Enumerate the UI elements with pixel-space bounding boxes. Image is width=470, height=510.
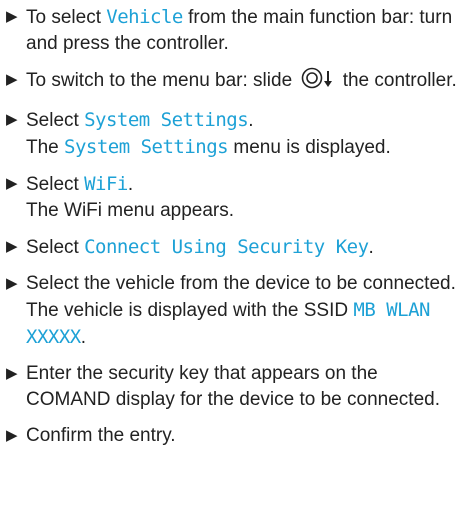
instruction-list: ▶ To select Vehicle from the main functi… xyxy=(0,0,470,459)
step-2: ▶ To switch to the menu bar: slide the c… xyxy=(0,67,470,97)
step-3: ▶ Select System Settings. The System Set… xyxy=(0,107,470,161)
step-6: ▶ Select the vehicle from the device to … xyxy=(0,271,470,351)
step-text: To select xyxy=(26,7,107,28)
step-text: the controller. xyxy=(337,70,457,91)
step-text: menu is displayed. xyxy=(228,137,391,158)
bullet-icon: ▶ xyxy=(6,275,18,292)
bullet-icon: ▶ xyxy=(6,111,18,128)
menu-term-wifi: WiFi xyxy=(84,173,128,195)
step-text: To switch to the menu bar: slide xyxy=(26,70,298,91)
bullet-icon: ▶ xyxy=(6,8,18,25)
step-text: . xyxy=(127,174,134,195)
step-text: Select xyxy=(26,110,85,131)
bullet-icon: ▶ xyxy=(6,365,18,382)
step-text: . xyxy=(80,327,86,348)
step-result: The WiFi menu appears. xyxy=(26,200,235,221)
bullet-icon: ▶ xyxy=(6,175,18,192)
step-result: The System Settings menu is displayed. xyxy=(26,134,462,161)
step-text: Select xyxy=(26,237,85,258)
menu-term-system-settings: System Settings xyxy=(84,109,249,131)
step-4: ▶ Select WiFi. The WiFi menu appears. xyxy=(0,171,470,224)
step-text: . xyxy=(248,110,254,131)
menu-term-vehicle: Vehicle xyxy=(106,6,183,28)
controller-icon xyxy=(301,67,323,97)
bullet-icon: ▶ xyxy=(6,427,18,444)
step-text: Select xyxy=(26,174,85,195)
menu-term-connect-security-key: Connect Using Security Key xyxy=(84,236,369,258)
step-5: ▶ Select Connect Using Security Key. xyxy=(0,234,470,261)
step-7: ▶ Enter the security key that appears on… xyxy=(0,361,470,413)
step-text: The xyxy=(26,137,65,158)
arrow-down-icon xyxy=(323,69,333,97)
bullet-icon: ▶ xyxy=(6,238,18,255)
step-1: ▶ To select Vehicle from the main functi… xyxy=(0,4,470,57)
step-8: ▶ Confirm the entry. xyxy=(0,423,470,449)
step-text: Confirm the entry. xyxy=(26,425,176,446)
bullet-icon: ▶ xyxy=(6,71,18,88)
step-text: Enter the security key that appears on t… xyxy=(26,363,440,410)
menu-term-system-settings: System Settings xyxy=(64,136,229,158)
step-text: . xyxy=(368,237,374,258)
